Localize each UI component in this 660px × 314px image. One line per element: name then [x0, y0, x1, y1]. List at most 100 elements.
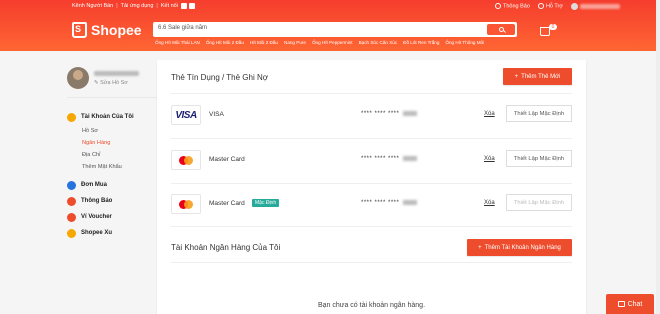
notifications-label: Thông Báo — [503, 3, 530, 10]
logo-text: Shopee — [91, 22, 142, 38]
chat-icon — [617, 301, 625, 307]
suggestion-link[interactable]: Ống Hít Thông Mũi — [445, 40, 484, 45]
sidebar-sub-address[interactable]: Địa Chỉ — [82, 152, 157, 160]
empty-bank-message: Bạn chưa có tài khoản ngân hàng. — [317, 302, 426, 309]
help-icon — [537, 3, 544, 10]
divider — [171, 226, 572, 227]
sidebar-item-label: Thông Báo — [81, 198, 113, 204]
suggestion-link[interactable]: Ống Hít Mũi 2 Đầu — [206, 40, 244, 45]
sidebar-item-orders[interactable]: Đơn Mua — [67, 180, 157, 190]
search-bar[interactable]: 6.6 Sale giữa năm — [153, 22, 517, 37]
add-bank-account-button[interactable]: + Thêm Tài Khoản Ngân Hàng — [467, 239, 572, 256]
help-label: Hỗ Trợ — [545, 3, 563, 10]
sidebar-sub-bank[interactable]: Ngân Hàng — [82, 140, 157, 148]
mastercard-logo — [171, 194, 201, 214]
seller-channel-link[interactable]: Kênh Người Bán — [72, 3, 113, 9]
shopee-bag-icon: S — [72, 22, 87, 38]
card-number: **** **** **** — [361, 156, 418, 163]
sidebar-item-coins[interactable]: Shopee Xu — [67, 228, 157, 238]
sidebar-item-account[interactable]: Tài Khoản Của Tôi — [67, 112, 157, 122]
masked-digits: **** **** **** — [361, 111, 400, 118]
sidebar-item-label: Tài Khoản Của Tôi — [81, 114, 134, 120]
suggestion-link[interactable]: Ống Hít Mũi Thái LAN — [155, 40, 200, 45]
search-button[interactable] — [487, 24, 515, 35]
suggestion-link[interactable]: Ống Hít Peppermint — [312, 40, 353, 45]
add-card-label: Thêm Thẻ Mới — [521, 73, 561, 80]
masked-digits: **** **** **** — [361, 200, 400, 207]
user-menu[interactable] — [571, 3, 620, 10]
notifications-link[interactable]: Thông Báo — [495, 3, 530, 10]
suggestion-link[interactable]: Nang Pure — [284, 40, 306, 45]
bell-icon — [495, 3, 502, 10]
sidebar-item-notifications[interactable]: Thông Báo — [67, 196, 157, 206]
separator: | — [156, 3, 158, 9]
sidebar-sub-profile[interactable]: Hồ Sơ — [82, 128, 157, 136]
divider — [67, 97, 157, 98]
chat-label: Chat — [627, 300, 643, 308]
default-badge: Mặc Định — [252, 199, 280, 207]
help-link[interactable]: Hỗ Trợ — [537, 3, 563, 10]
last4-blurred — [403, 111, 418, 116]
visa-logo: VISA — [171, 105, 201, 125]
suggestion-link[interactable]: Hít Mũi 2 Đầu — [250, 40, 278, 45]
user-icon — [67, 112, 76, 122]
edit-profile-label: Sửa Hồ Sơ — [100, 79, 128, 86]
card-number: **** **** **** — [361, 200, 418, 207]
bell-icon — [67, 196, 76, 206]
card-name: Master Card — [209, 156, 245, 163]
orders-icon — [67, 180, 76, 190]
facebook-icon[interactable] — [180, 3, 187, 9]
delete-card-link[interactable]: Xóa — [484, 111, 495, 117]
mastercard-logo — [171, 150, 201, 170]
coin-icon — [67, 228, 76, 238]
add-bank-label: Thêm Tài Khoản Ngân Hàng — [484, 244, 561, 251]
separator: | — [116, 3, 118, 9]
download-app-link[interactable]: Tải ứng dụng — [121, 3, 154, 9]
top-right: Thông Báo Hỗ Trợ — [495, 3, 620, 10]
card-number: **** **** **** — [361, 111, 418, 118]
set-default-button: Thiết Lập Mặc Định — [506, 194, 572, 211]
social-icons — [180, 3, 195, 9]
divider — [171, 183, 572, 184]
search-suggestions: Ống Hít Mũi Thái LAN Ống Hít Mũi 2 Đầu H… — [155, 40, 484, 45]
card-row: Master Card **** **** **** Xóa Thiết Lập… — [171, 150, 572, 172]
scrollbar[interactable] — [656, 0, 660, 314]
username-blurred — [580, 4, 620, 9]
card-name: VISA — [209, 111, 224, 118]
shopee-logo[interactable]: S Shopee — [72, 22, 142, 38]
voucher-icon — [67, 212, 76, 222]
top-links: Kênh Người Bán | Tải ứng dụng | Kết nối — [72, 3, 195, 9]
divider — [171, 138, 572, 139]
cart-count-badge: 0 — [549, 24, 557, 30]
suggestion-link[interactable]: Bạch Sóc Cân Xúc — [359, 40, 398, 45]
suggestion-link[interactable]: Đồ Lót Ren Trắng — [403, 40, 439, 45]
edit-profile-link[interactable]: ✎ Sửa Hồ Sơ — [94, 80, 139, 86]
bank-section-title: Tài Khoản Ngân Hàng Của Tôi — [171, 243, 281, 252]
set-default-button[interactable]: Thiết Lập Mặc Định — [506, 105, 572, 122]
sidebar-sub-password[interactable]: Thêm Mật Khẩu — [82, 164, 157, 172]
sidebar-item-vouchers[interactable]: Ví Voucher — [67, 212, 157, 222]
search-input[interactable]: 6.6 Sale giữa năm — [158, 25, 207, 31]
username-blurred — [94, 70, 139, 76]
cards-section-title: Thẻ Tín Dụng / Thẻ Ghi Nợ — [171, 73, 268, 82]
add-card-button[interactable]: + Thêm Thẻ Mới — [503, 68, 572, 85]
set-default-button[interactable]: Thiết Lập Mặc Định — [506, 150, 572, 167]
delete-card-link[interactable]: Xóa — [484, 156, 495, 162]
masked-digits: **** **** **** — [361, 156, 400, 163]
sidebar-item-label: Ví Voucher — [81, 214, 112, 220]
sidebar-item-label: Đơn Mua — [81, 182, 107, 188]
divider — [171, 93, 572, 94]
plus-icon: + — [514, 73, 519, 80]
main-panel: Thẻ Tín Dụng / Thẻ Ghi Nợ + Thêm Thẻ Mới… — [157, 60, 586, 314]
card-row: VISA VISA **** **** **** Xóa Thiết Lập M… — [171, 105, 572, 127]
delete-card-link[interactable]: Xóa — [484, 200, 495, 206]
avatar — [571, 3, 578, 10]
visa-text: VISA — [175, 109, 197, 121]
last4-blurred — [403, 156, 418, 161]
chat-button[interactable]: Chat — [606, 294, 654, 314]
sidebar-item-label: Shopee Xu — [81, 230, 113, 236]
instagram-icon[interactable] — [188, 3, 195, 9]
connect-label: Kết nối — [160, 3, 178, 9]
divider — [171, 262, 572, 263]
avatar[interactable] — [67, 67, 89, 89]
